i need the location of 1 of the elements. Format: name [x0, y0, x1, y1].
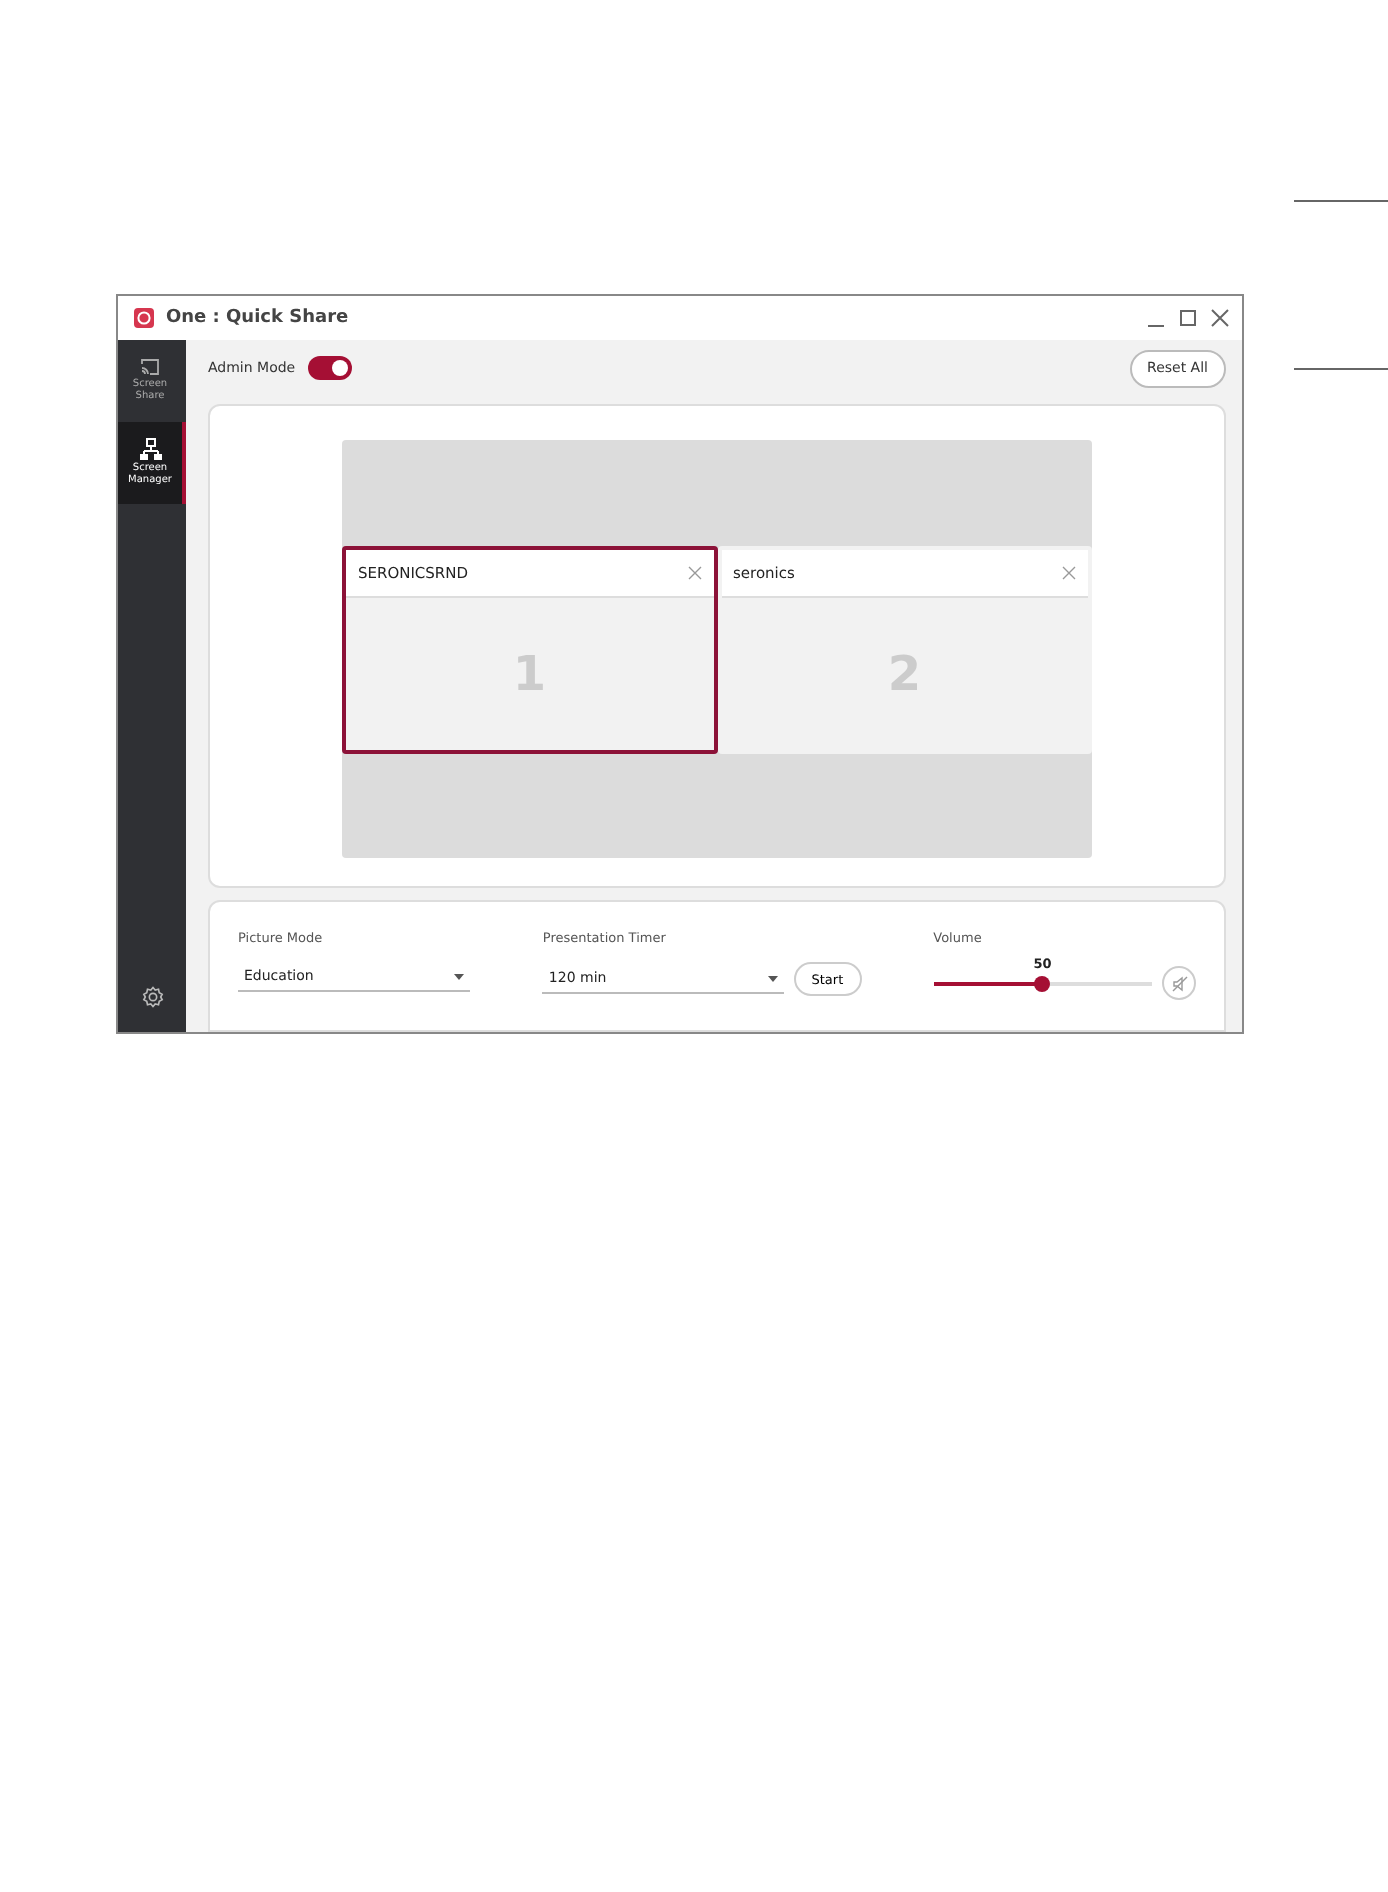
window-title: One : Quick Share: [166, 308, 351, 328]
